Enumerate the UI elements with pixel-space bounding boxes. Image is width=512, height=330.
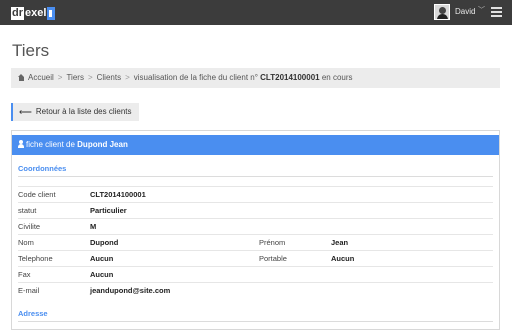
field-label: Nom — [18, 238, 34, 247]
breadcrumb-current-suffix: en cours — [321, 73, 353, 82]
field-row-statut: statut Particulier — [18, 202, 493, 218]
hamburger-menu-icon[interactable] — [491, 7, 502, 17]
field-value: Aucun — [90, 270, 114, 279]
top-bar: dr exel David ﹀ — [0, 0, 512, 25]
client-card-name: Dupond Jean — [77, 140, 128, 149]
field-label: Fax — [18, 270, 31, 279]
page-title: Tiers — [12, 41, 50, 60]
field-value: jeandupond@site.com — [90, 286, 171, 295]
field-value: Aucun — [90, 254, 114, 263]
section-title-adresse: Adresse — [18, 309, 48, 318]
section-title-coordonnees: Coordonnées — [18, 164, 67, 173]
field-value: Dupond — [90, 238, 119, 247]
arrow-left-icon: ⟵ — [19, 107, 32, 117]
back-to-clients-button[interactable]: ⟵ Retour à la liste des clients — [11, 103, 139, 121]
field-value: Jean — [331, 238, 349, 247]
section-divider — [18, 321, 493, 322]
field-row-nom-prenom: Nom Dupond Prénom Jean — [18, 234, 493, 250]
field-label: Code client — [18, 190, 56, 199]
breadcrumb-client-code: CLT2014100001 — [260, 73, 320, 82]
breadcrumb: Accueil > Tiers > Clients > visualisation de l… — [11, 68, 500, 88]
breadcrumb-home-link[interactable]: Accueil — [28, 73, 54, 82]
logo-block-icon — [47, 6, 56, 20]
field-label: statut — [18, 206, 37, 215]
breadcrumb-current-prefix: visualisation de la fiche du client n° — [133, 73, 258, 82]
field-label: E-mail — [18, 286, 40, 295]
logo-text: exel — [25, 6, 47, 19]
home-icon — [18, 74, 25, 81]
client-card-header-prefix: fiche client de — [26, 140, 75, 149]
logo-mark: dr — [11, 6, 24, 20]
field-label: Portable — [259, 254, 287, 263]
back-button-label: Retour à la liste des clients — [35, 107, 132, 116]
client-card-header: fiche client de Dupond Jean — [12, 135, 499, 155]
drexel-logo[interactable]: dr exel — [11, 6, 56, 20]
breadcrumb-separator: > — [57, 73, 63, 82]
field-value: CLT2014100001 — [90, 190, 146, 199]
field-row-telephone-portable: Telephone Aucun Portable Aucun — [18, 250, 493, 266]
breadcrumb-separator: > — [87, 73, 93, 82]
field-row-fax: Fax Aucun — [18, 266, 493, 282]
field-value: Aucun — [331, 254, 355, 263]
client-card: fiche client de Dupond Jean Coordonnées … — [11, 130, 500, 330]
breadcrumb-clients-link[interactable]: Clients — [97, 73, 121, 82]
field-label: Telephone — [18, 254, 53, 263]
field-row-civilite: Civilite M — [18, 218, 493, 234]
field-row-email: E-mail jeandupond@site.com — [18, 282, 493, 298]
field-value: Particulier — [90, 206, 127, 215]
breadcrumb-tiers-link[interactable]: Tiers — [66, 73, 83, 82]
field-label: Civilite — [18, 222, 41, 231]
chevron-down-icon[interactable]: ﹀ — [478, 5, 485, 17]
field-value: M — [90, 222, 97, 231]
field-row-code-client: Code client CLT2014100001 — [18, 186, 493, 202]
avatar[interactable] — [434, 4, 450, 20]
user-menu-name[interactable]: David — [455, 6, 475, 18]
field-label: Prénom — [259, 238, 286, 247]
section-divider — [18, 176, 493, 177]
breadcrumb-separator: > — [125, 73, 130, 82]
user-icon — [18, 140, 24, 148]
